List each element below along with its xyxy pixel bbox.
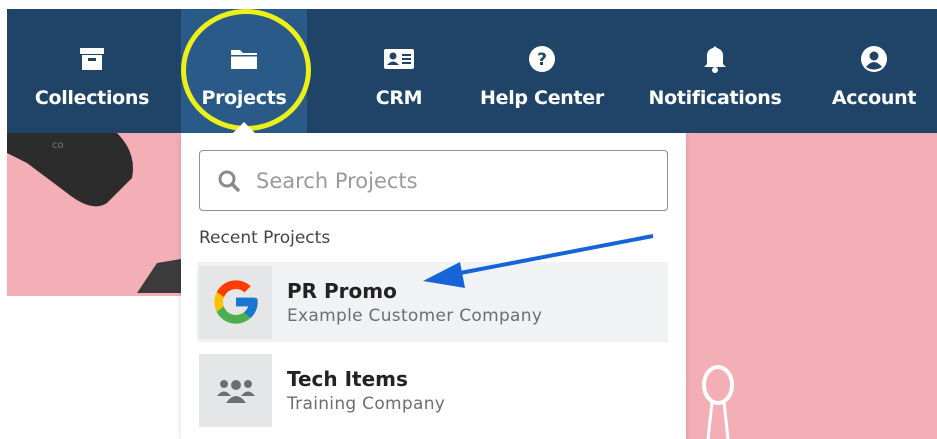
arrow-annotation: [423, 234, 654, 288]
background-keychain-image: [702, 365, 734, 439]
